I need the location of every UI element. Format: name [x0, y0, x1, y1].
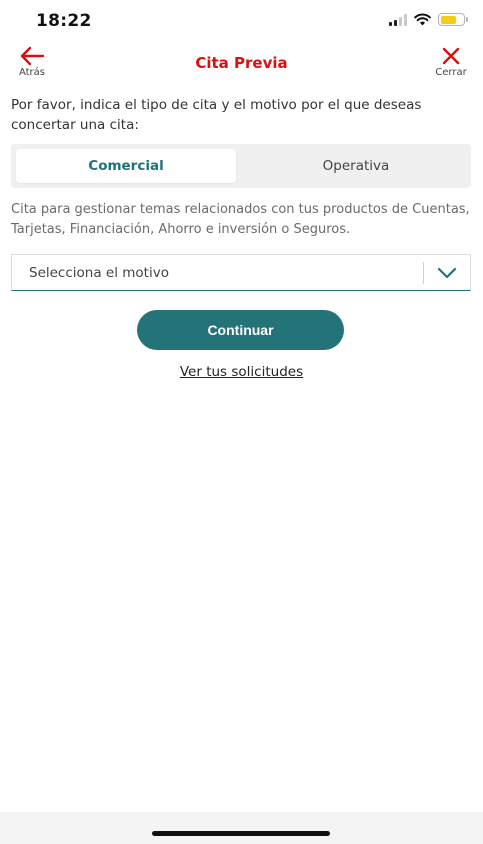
appointment-description: Cita para gestionar temas relacionados c…	[11, 202, 470, 237]
close-label: Cerrar	[435, 67, 467, 78]
status-bar: 18:22	[0, 0, 483, 44]
requests-link-container: Ver tus solicitudes	[0, 361, 483, 380]
reason-select-value: Selecciona el motivo	[29, 264, 169, 281]
continue-button[interactable]: Continuar	[137, 310, 344, 350]
appointment-type-selector: Comercial Operativa	[11, 144, 471, 188]
chevron-down-icon[interactable]	[424, 267, 470, 279]
nav-bar: Atrás Cita Previa Cerrar	[0, 44, 483, 84]
page-title: Cita Previa	[195, 54, 288, 72]
view-requests-link[interactable]: Ver tus solicitudes	[180, 364, 303, 380]
battery-icon	[438, 13, 468, 26]
close-icon	[442, 47, 460, 65]
status-icons	[389, 13, 468, 26]
tab-operativa[interactable]: Operativa	[246, 149, 466, 183]
tab-comercial[interactable]: Comercial	[16, 149, 236, 183]
reason-select[interactable]: Selecciona el motivo	[11, 254, 471, 291]
signal-icon	[389, 13, 407, 26]
bottom-bar	[0, 812, 483, 844]
home-indicator[interactable]	[152, 831, 330, 836]
close-button[interactable]: Cerrar	[429, 46, 473, 78]
status-time: 18:22	[36, 11, 92, 31]
wifi-icon	[414, 13, 431, 26]
intro-text: Por favor, indica el tipo de cita y el m…	[11, 97, 422, 133]
